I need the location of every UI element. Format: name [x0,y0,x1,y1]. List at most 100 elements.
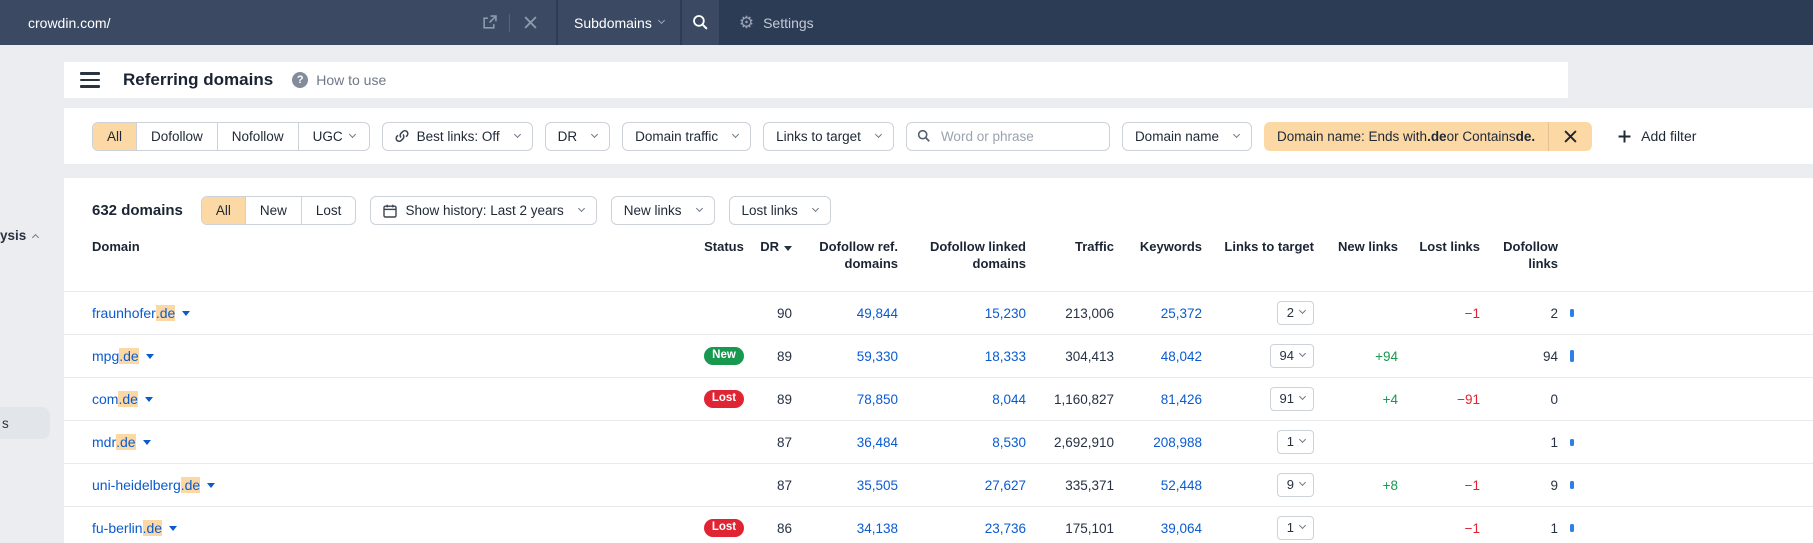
best-links-filter-button[interactable]: Best links: Off [381,121,533,151]
dofollow-linked-domains-value[interactable]: 8,044 [898,392,1026,407]
tab-all[interactable]: All [93,122,137,150]
tab-ugc-dropdown[interactable]: UGC [297,122,369,150]
domain-link[interactable]: uni-heidelberg .de [92,477,216,493]
dofollow-linked-domains-value[interactable]: 23,736 [898,521,1026,536]
search-icon [692,15,708,30]
dr-value: 86 [776,520,792,536]
chevron-down-icon [348,130,356,138]
domain-name-filter-button[interactable]: Domain name [1121,121,1252,151]
column-header-lost-links[interactable]: Lost links [1398,239,1480,256]
domain-dropdown-caret[interactable] [142,439,151,445]
keywords-value[interactable]: 39,064 [1114,521,1202,536]
table-row: com .de Lost 89 78,850 8,044 1,160,827 81… [64,377,1813,420]
links-to-target-filter-button[interactable]: Links to target [763,121,894,151]
tab-nofollow[interactable]: Nofollow [216,122,298,150]
word-or-phrase-input[interactable] [938,127,1099,145]
lost-links-dropdown[interactable]: Lost links [728,196,831,225]
add-filter-button[interactable]: Add filter [1618,128,1696,144]
domain-dropdown-caret[interactable] [207,482,216,488]
domain-link[interactable]: mpg .de [92,348,154,364]
remove-filter-button[interactable] [1548,121,1592,151]
dofollow-ref-domains-value[interactable]: 49,844 [792,306,898,321]
sidebar-section-toggle[interactable]: ysis [0,228,40,243]
links-to-target-dropdown[interactable]: 2 [1276,301,1314,325]
domain-name-text: fraunhofer [92,305,156,321]
domain-dropdown-caret[interactable] [169,525,178,531]
column-header-dofollow-ref-domains[interactable]: Dofollow ref. domains [792,239,898,273]
dofollow-linked-domains-value[interactable]: 8,530 [898,435,1026,450]
domain-traffic-filter-button[interactable]: Domain traffic [622,121,752,151]
column-header-dr[interactable]: DR [754,239,792,256]
links-to-target-dropdown[interactable]: 91 [1269,387,1314,411]
keywords-value[interactable]: 208,988 [1114,435,1202,450]
target-mode-dropdown[interactable]: Subdomains [558,0,680,45]
dofollow-linked-domains-value[interactable]: 18,333 [898,349,1026,364]
menu-icon[interactable] [80,72,100,88]
dofollow-ref-domains-value[interactable]: 78,850 [792,392,898,407]
tab-dofollow[interactable]: Dofollow [136,122,217,150]
link-icon [395,129,409,143]
clear-input-icon[interactable] [518,11,542,35]
search-icon [917,129,931,143]
domain-highlight: .de [180,477,201,493]
domain-link[interactable]: fraunhofer .de [92,305,191,321]
dr-value: 89 [776,391,792,407]
dofollow-ref-domains-value[interactable]: 35,505 [792,478,898,493]
show-history-dropdown[interactable]: Show history: Last 2 years [370,196,597,225]
domain-link[interactable]: fu-berlin .de [92,520,178,536]
keywords-value[interactable]: 25,372 [1114,306,1202,321]
domain-dropdown-caret[interactable] [182,310,191,316]
target-url-text: crowdin.com/ [28,14,111,31]
sidebar-active-item[interactable]: s [0,407,50,439]
column-header-dofollow-linked-domains[interactable]: Dofollow linked domains [898,239,1026,273]
keywords-value[interactable]: 81,426 [1114,392,1202,407]
keywords-value[interactable]: 48,042 [1114,349,1202,364]
tab-status-all[interactable]: All [201,197,245,224]
domain-link[interactable]: mdr .de [92,434,151,450]
links-to-target-dropdown[interactable]: 1 [1276,430,1314,454]
dr-filter-button[interactable]: DR [544,121,611,151]
target-url-input[interactable]: crowdin.com/ [0,0,556,45]
settings-label: Settings [763,14,814,31]
links-to-target-dropdown[interactable]: 9 [1276,473,1314,497]
column-header-new-links[interactable]: New links [1314,239,1398,256]
top-bar: crowdin.com/ Subdomains ⚙ Settings [0,0,1813,45]
domain-dropdown-caret[interactable] [144,396,153,402]
how-to-use-label: How to use [316,72,387,88]
new-links-dropdown[interactable]: New links [610,196,715,225]
domain-link[interactable]: com .de [92,391,153,407]
dofollow-linked-domains-value[interactable]: 27,627 [898,478,1026,493]
chevron-down-icon [1298,478,1307,487]
links-to-target-dropdown[interactable]: 94 [1269,344,1314,368]
dofollow-ref-domains-value[interactable]: 36,484 [792,435,898,450]
column-header-traffic[interactable]: Traffic [1026,239,1114,256]
tab-status-new[interactable]: New [244,197,301,224]
column-header-domain[interactable]: Domain [64,239,694,256]
domain-highlight: .de [142,520,163,536]
links-to-target-dropdown[interactable]: 1 [1276,516,1314,540]
chevron-down-icon [513,130,521,138]
dofollow-ref-domains-value[interactable]: 59,330 [792,349,898,364]
open-external-link-icon[interactable] [477,11,501,35]
active-filter-chip-label: Domain name: Ends with .de or Contains d… [1276,128,1536,144]
domain-name-text: com [92,391,119,407]
referring-domains-table: 632 domains All New Lost Show history: L… [64,178,1813,543]
active-filter-chip[interactable]: Domain name: Ends with .de or Contains d… [1263,121,1593,151]
domain-highlight: .de [155,305,176,321]
column-header-dofollow-links[interactable]: Dofollow links [1480,239,1558,273]
keywords-value[interactable]: 52,448 [1114,478,1202,493]
traffic-value: 335,371 [1065,477,1114,493]
how-to-use-link[interactable]: ? How to use [292,72,386,88]
table-row: fraunhofer .de 90 49,844 15,230 213,006 2… [64,291,1813,334]
dofollow-ref-domains-value[interactable]: 34,138 [792,521,898,536]
traffic-value: 304,413 [1065,348,1114,364]
status-badge: Lost [703,389,745,409]
search-button[interactable] [681,0,719,45]
column-header-status[interactable]: Status [694,239,754,256]
column-header-keywords[interactable]: Keywords [1114,239,1202,256]
column-header-links-to-target[interactable]: Links to target [1202,239,1314,256]
settings-button[interactable]: ⚙ Settings [739,0,814,45]
dofollow-linked-domains-value[interactable]: 15,230 [898,306,1026,321]
domain-dropdown-caret[interactable] [145,353,154,359]
tab-status-lost[interactable]: Lost [300,197,356,224]
